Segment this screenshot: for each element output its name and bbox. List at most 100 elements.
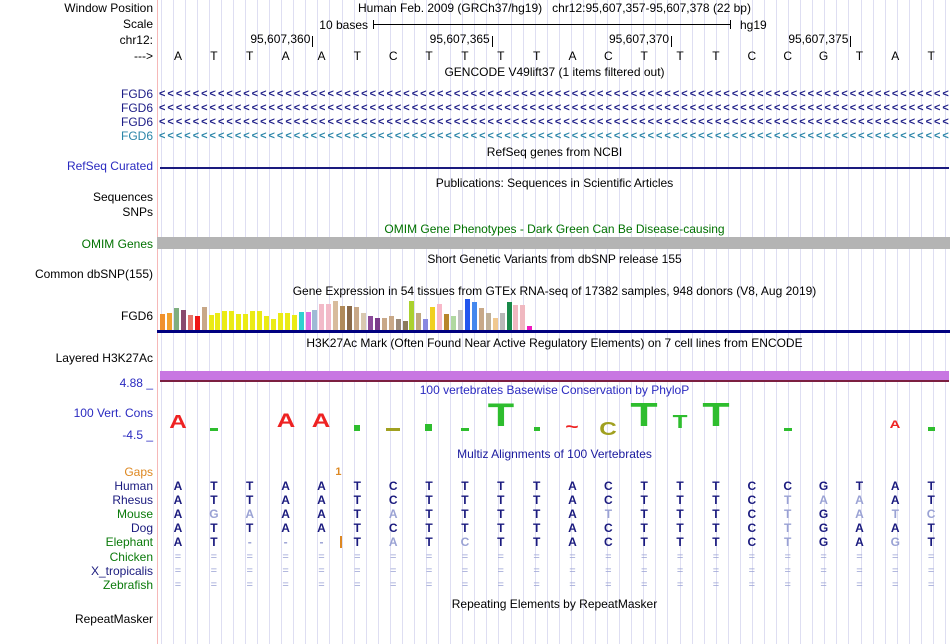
fgd6-gene-label[interactable]: FGD6 [0,116,153,129]
gap-insert-count: 1 [335,466,342,478]
alignment-species-label-dog[interactable]: Dog [0,522,153,535]
gtex-expression-bar[interactable] [222,311,228,330]
gtex-expression-bar[interactable] [194,316,200,330]
gencode-track-title[interactable]: GENCODE V49lift37 (1 items filtered out) [160,66,949,79]
gtex-expression-bar[interactable] [360,313,366,330]
alignment-species-label-chicken[interactable]: Chicken [0,551,153,564]
gtex-expression-bar[interactable] [229,311,235,330]
fgd6-gene-item[interactable]: <<<<<<<<<<<<<<<<<<<<<<<<<<<<<<<<<<<<<<<<… [159,130,949,143]
gtex-expression-bar[interactable] [457,310,463,330]
cons-label[interactable]: 100 Vert. Cons [0,407,153,420]
gtex-track-title[interactable]: Gene Expression in 54 tissues from GTEx … [160,285,949,298]
gtex-expression-bar[interactable] [464,299,470,330]
gtex-expression-bar[interactable] [506,302,512,330]
alignment-species-label-elephant[interactable]: Elephant [0,536,153,549]
gtex-expression-bar[interactable] [513,305,519,330]
alignment-species-label-rhesus[interactable]: Rhesus [0,494,153,507]
gtex-expression-bar[interactable] [499,313,505,330]
gtex-expression-bar[interactable] [395,319,401,330]
alignment-species-label-zebrafish[interactable]: Zebrafish [0,579,153,592]
omim-track-title[interactable]: OMIM Gene Phenotypes - Dark Green Can Be… [160,223,949,236]
alignment-base: A [568,521,577,535]
fgd6-gene-label[interactable]: FGD6 [0,88,153,101]
gtex-expression-bar[interactable] [367,316,373,330]
gtex-expression-bar[interactable] [402,321,408,330]
gtex-expression-bar[interactable] [208,315,214,330]
snps-label[interactable]: SNPs [0,206,153,219]
gtex-expression-bar[interactable] [416,313,422,330]
alignment-base: A [173,535,183,549]
publications-track-title[interactable]: Publications: Sequences in Scientific Ar… [160,177,949,190]
gtex-expression-bar[interactable] [291,315,297,330]
gtex-expression-bar[interactable] [492,318,498,330]
cons-track-title[interactable]: 100 vertebrates Basewise Conservation by… [160,384,949,397]
gtex-expression-bar[interactable] [520,305,526,330]
gtex-expression-bar[interactable] [319,304,325,330]
h3k27ac-signal-bar[interactable] [160,371,949,382]
gtex-expression-bar[interactable] [298,312,304,330]
alignment-species-label-x_tropicalis[interactable]: X_tropicalis [0,565,153,578]
alignment-species-label-mouse[interactable]: Mouse [0,508,153,521]
fgd6-gene-label[interactable]: FGD6 [0,130,153,143]
gtex-expression-bar[interactable] [312,310,318,330]
gtex-expression-bar[interactable] [173,308,179,330]
gtex-expression-bar[interactable] [451,316,457,330]
gtex-expression-bar[interactable] [347,306,353,330]
gtex-expression-bar[interactable] [430,307,436,330]
gtex-expression-bar[interactable] [423,319,429,330]
gtex-expression-bar[interactable] [444,314,450,330]
h3k27ac-label[interactable]: Layered H3K27Ac [0,352,153,365]
alignment-species-label-human[interactable]: Human [0,480,153,493]
gtex-expression-bar[interactable] [250,311,256,330]
gtex-expression-bar[interactable] [284,313,290,330]
gtex-expression-bar[interactable] [381,318,387,330]
gtex-expression-bar[interactable] [187,315,193,330]
refseq-curated-item[interactable] [160,167,949,169]
sequences-label[interactable]: Sequences [0,191,153,204]
refseq-track-title[interactable]: RefSeq genes from NCBI [160,146,949,159]
gtex-expression-bar[interactable] [478,308,484,330]
gtex-expression-bar[interactable] [201,307,207,330]
fgd6-gene-item[interactable]: <<<<<<<<<<<<<<<<<<<<<<<<<<<<<<<<<<<<<<<<… [159,88,949,101]
gtex-expression-bar[interactable] [270,319,276,330]
gtex-expression-bar[interactable] [243,314,249,330]
repeatmasker-track-title[interactable]: Repeating Elements by RepeatMasker [160,598,949,611]
gtex-expression-bar[interactable] [409,301,415,330]
fgd6-gene-item[interactable]: <<<<<<<<<<<<<<<<<<<<<<<<<<<<<<<<<<<<<<<<… [159,116,949,129]
gtex-expression-bar[interactable] [166,313,172,330]
alignment-base: T [927,521,935,535]
repeatmasker-label[interactable]: RepeatMasker [0,613,153,626]
alignment-base: T [425,479,433,493]
gtex-expression-bar[interactable] [340,306,346,330]
dbsnp-label[interactable]: Common dbSNP(155) [0,268,153,281]
gtex-expression-bar[interactable] [160,314,165,330]
refseq-curated-label[interactable]: RefSeq Curated [0,160,153,173]
gtex-expression-bar[interactable] [277,313,283,330]
fgd6-gene-label[interactable]: FGD6 [0,102,153,115]
gtex-expression-bar[interactable] [485,313,491,330]
gtex-expression-bar[interactable] [437,304,443,330]
multiz-track-title[interactable]: Multiz Alignments of 100 Vertebrates [160,448,949,461]
gtex-expression-bar[interactable] [471,302,477,330]
gtex-expression-bar[interactable] [354,307,360,330]
gtex-expression-bar[interactable] [215,313,221,330]
gtex-gene-label[interactable]: FGD6 [0,310,153,323]
gtex-expression-bar[interactable] [326,304,332,330]
h3k27ac-track-title[interactable]: H3K27Ac Mark (Often Found Near Active Re… [160,337,949,350]
gtex-expression-bar[interactable] [388,316,394,330]
alignment-base: T [425,507,433,521]
gtex-expression-bar[interactable] [333,301,339,330]
omim-genes-label[interactable]: OMIM Genes [0,238,153,251]
gtex-expression-bar[interactable] [263,316,269,330]
fgd6-gene-item[interactable]: <<<<<<<<<<<<<<<<<<<<<<<<<<<<<<<<<<<<<<<<… [159,102,949,115]
omim-gene-bar[interactable] [157,237,950,249]
alignment-base: = [174,551,182,563]
dbsnp-track-title[interactable]: Short Genetic Variants from dbSNP releas… [160,253,949,266]
gtex-expression-bar[interactable] [305,312,311,330]
gtex-expression-bar[interactable] [236,314,242,330]
gtex-expression-bar[interactable] [257,311,263,330]
alignment-base: T [927,493,935,507]
coordinate-tick-label: 95,607,375 [788,32,849,46]
gtex-expression-bar[interactable] [180,310,186,330]
gtex-expression-bar[interactable] [374,318,380,330]
